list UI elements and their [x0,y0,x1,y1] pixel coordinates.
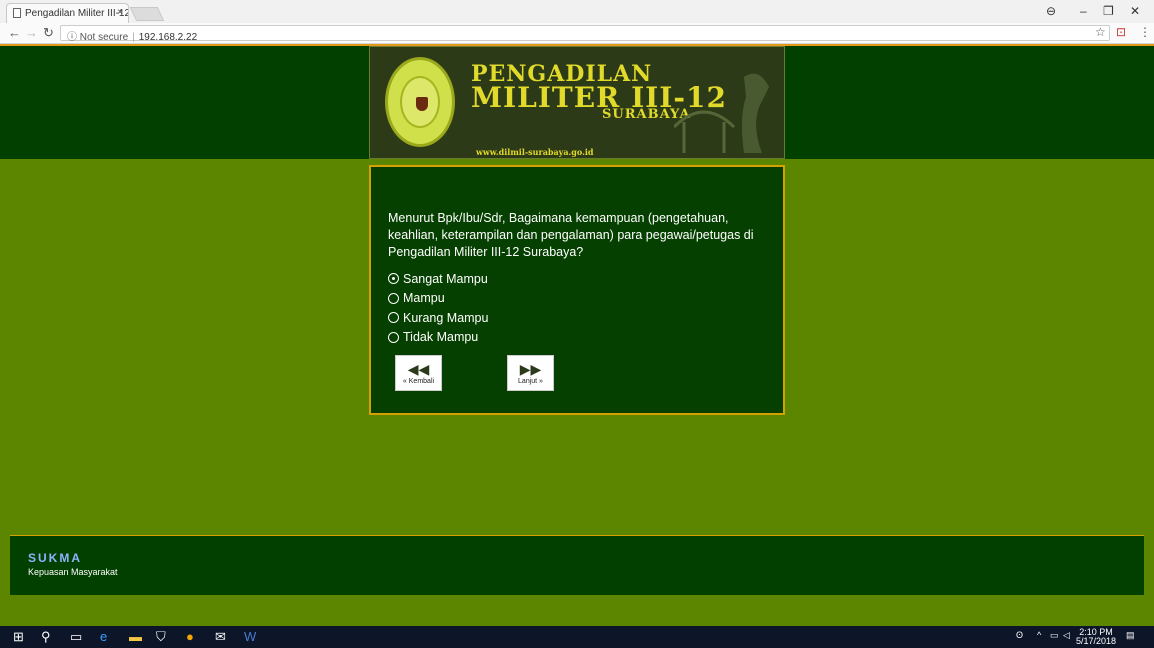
people-icon[interactable]: ʘ [1016,631,1023,640]
edge-icon[interactable]: e [100,629,107,644]
browser-menu-icon[interactable]: ⋮ [1139,25,1151,39]
windows-taskbar: ⊞ ⚲ ▭ e ▬ ⛉ ● ✉ W ʘ ^ ▭ ◁ 2:10 PM 5/17/2… [0,626,1154,648]
page-footer: SUKMA Kepuasan Masyarakat [10,535,1144,595]
radio-button[interactable] [388,273,399,285]
mail-icon[interactable]: ✉ [215,629,226,645]
tab-close-icon[interactable]: × [117,7,123,18]
network-icon[interactable]: ▭ [1050,631,1059,640]
radio-button[interactable] [388,331,399,343]
tab-title: Pengadilan Militer III-12 [25,8,129,19]
minimize-icon[interactable]: – [1080,4,1087,18]
bridge-illustration [674,73,769,153]
back-button[interactable]: ◀◀ « Kembali [395,355,442,391]
option-kurang-mampu[interactable]: Kurang Mampu [388,308,488,328]
page-icon [13,8,21,18]
restore-icon[interactable]: ❐ [1103,4,1114,18]
option-label: Sangat Mampu [403,271,488,286]
footer-subtitle: Kepuasan Masyarakat [28,567,118,577]
forward-icon[interactable]: → [25,25,38,40]
search-icon[interactable]: ⚲ [41,629,51,645]
option-sangat-mampu[interactable]: Sangat Mampu [388,269,488,289]
radio-button[interactable] [388,312,399,324]
rewind-icon: ◀◀ [407,361,430,377]
tray-chevron-icon[interactable]: ^ [1037,631,1041,640]
task-view-icon[interactable]: ▭ [70,629,82,645]
extension-icon[interactable]: ⊡ [1116,25,1126,39]
back-icon[interactable]: ← [8,25,21,40]
address-separator: | [132,32,135,43]
new-tab-button[interactable] [129,7,165,21]
option-label: Mampu [403,291,445,306]
survey-question: Menurut Bpk/Ibu/Sdr, Bagaimana kemampuan… [388,211,754,259]
notification-icon[interactable]: ▤ [1126,631,1135,640]
survey-panel: Menurut Bpk/Ibu/Sdr, Bagaimana kemampuan… [369,165,785,415]
volume-icon[interactable]: ◁ [1063,631,1070,640]
clock[interactable]: 2:10 PM 5/17/2018 [1076,628,1116,646]
browser-tab[interactable]: Pengadilan Militer III-12 × [6,3,129,23]
file-explorer-icon[interactable]: ▬ [129,629,142,644]
user-profile-icon[interactable]: ⊖ [1046,4,1056,18]
back-button-label: « Kembali [402,378,435,385]
chrome-icon[interactable]: ● [186,629,194,644]
address-bar[interactable]: ⓘ Not secure | 192.168.2.22 [60,25,1110,43]
browser-tabstrip: Pengadilan Militer III-12 × ⊖ – ❐ ✕ [0,0,1154,23]
security-indicator[interactable]: ⓘ Not secure [67,32,128,43]
bookmark-star-icon[interactable]: ☆ [1095,25,1106,39]
word-icon[interactable]: W [244,629,256,644]
banner-url: www.dilmil-surabaya.go.id [476,147,594,157]
windows-start-icon[interactable]: ⊞ [13,629,24,645]
option-label: Kurang Mampu [403,310,489,325]
footer-title: SUKMA [28,551,82,565]
seal-inner [400,76,440,128]
store-icon[interactable]: ⛉ [156,629,166,645]
site-banner: PENGADILAN MILITER III-12 SURABAYA www.d… [369,46,785,159]
close-window-icon[interactable]: ✕ [1130,4,1140,18]
address-url: 192.168.2.22 [138,32,198,43]
option-label: Tidak Mampu [403,330,479,345]
seal-emblem [416,97,428,111]
next-button-label: Lanjut » [518,378,543,385]
clock-date: 5/17/2018 [1076,636,1117,646]
radio-button[interactable] [388,292,399,304]
fast-forward-icon: ▶▶ [519,361,542,377]
next-button[interactable]: ▶▶ Lanjut » [507,355,554,391]
option-tidak-mampu[interactable]: Tidak Mampu [388,328,488,348]
answer-options: Sangat Mampu Mampu Kurang Mampu Tidak Ma… [388,269,488,347]
court-seal-logo [385,57,455,147]
option-mampu[interactable]: Mampu [388,289,488,309]
reload-icon[interactable]: ↻ [43,25,54,41]
browser-toolbar: ← → ↻ ⓘ Not secure | 192.168.2.22 ☆ ⊡ ⋮ [0,23,1154,44]
